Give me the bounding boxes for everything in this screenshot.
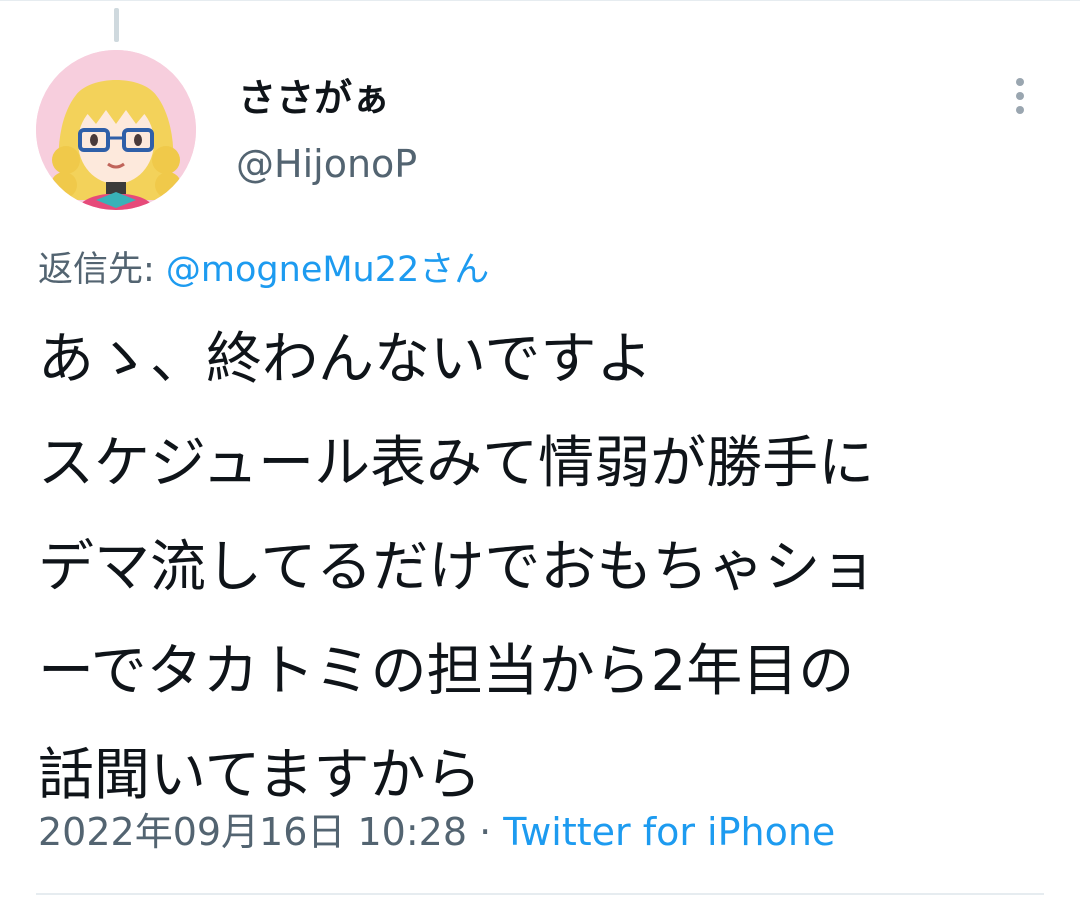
thread-connector-line [114, 8, 119, 42]
tweet-timestamp[interactable]: 2022年09月16日 10:28 [38, 810, 467, 854]
avatar[interactable] [36, 50, 196, 210]
author-display-name[interactable]: ささがぁ [238, 72, 390, 124]
tweet-text-line: スケジュール表みて情弱が勝手に [38, 431, 875, 496]
meta-separator: · [467, 810, 504, 854]
tweet-text-line: デマ流してるだけでおもちゃショ [38, 535, 877, 600]
more-vertical-icon[interactable] [1004, 74, 1036, 118]
tweet-text: あゝ、終わんないですよ スケジュール表みて情弱が勝手に デマ流してるだけでおもち… [38, 308, 1048, 828]
tweet-text-line: あゝ、終わんないですよ [38, 327, 653, 392]
anime-girl-avatar-icon [36, 50, 196, 210]
reply-to-line: 返信先: @mogneMu22さん [38, 246, 489, 294]
bottom-divider [36, 893, 1044, 895]
author-handle[interactable]: @HijonoP [236, 138, 417, 190]
tweet-text-line: ーでタカトミの担当から2年目の [38, 639, 855, 704]
reply-prefix: 返信先: [38, 250, 166, 290]
top-divider [0, 0, 1080, 1]
reply-to-handle-link[interactable]: @mogneMu22さん [166, 250, 489, 290]
tweet-source-link[interactable]: Twitter for iPhone [503, 810, 835, 854]
tweet-meta: 2022年09月16日 10:28 · Twitter for iPhone [38, 806, 835, 858]
